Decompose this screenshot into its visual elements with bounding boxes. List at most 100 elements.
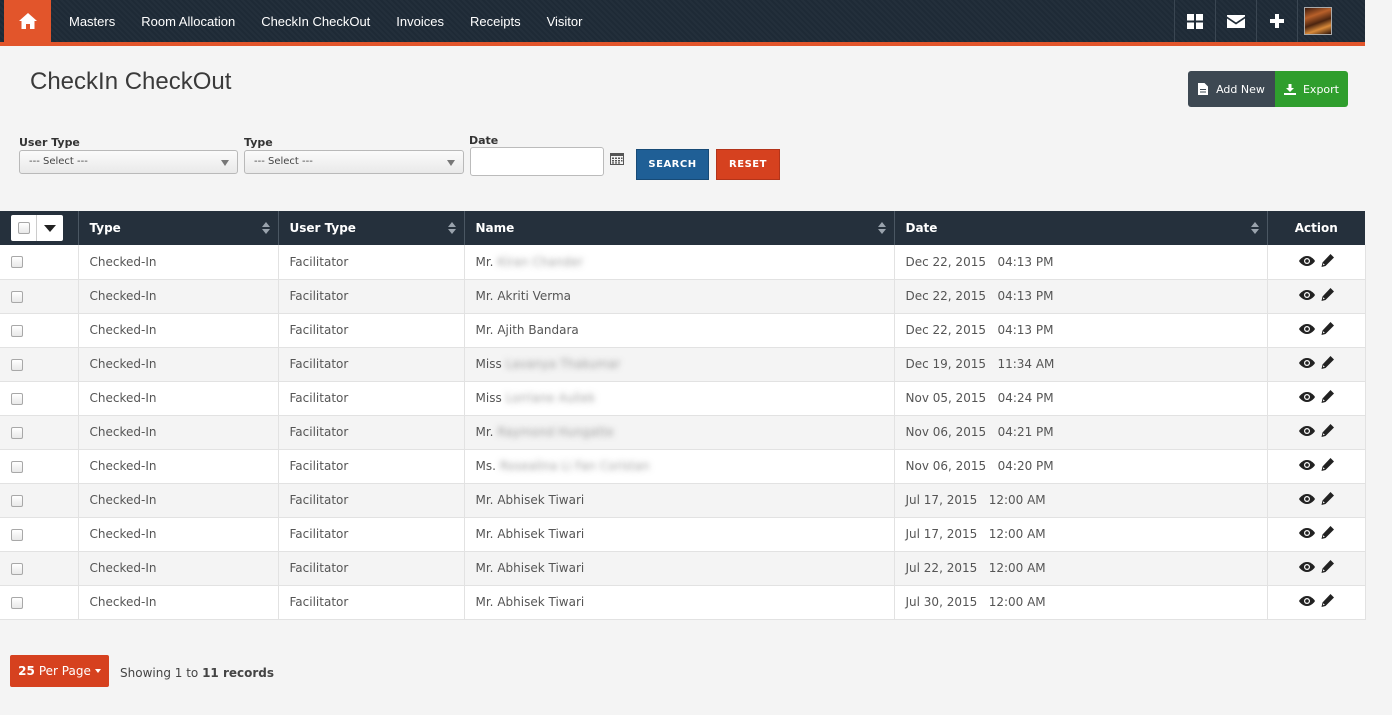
col-user-type[interactable]: User Type [278,211,465,245]
user-type-label: User Type [19,136,80,149]
nav-masters[interactable]: Masters [56,14,128,29]
person-name: Raymond Hungatte [497,425,614,439]
table-row[interactable]: Checked-In Facilitator Ms. Rosealina Li Fa… [0,449,1366,484]
sort-icon [447,222,456,234]
date-input[interactable] [470,147,604,176]
row-checkbox[interactable] [11,460,23,473]
row-checkbox[interactable] [11,392,23,405]
cell-date: Jul 22, 2015 12:00 AM [894,551,1268,586]
row-checkbox[interactable] [11,528,23,541]
calendar-icon[interactable] [610,152,624,165]
nav-checkin-checkout[interactable]: CheckIn CheckOut [248,14,383,29]
cell-name: Ms. Rosealina Li Fan Coristan [464,449,895,484]
select-all-checkbox[interactable] [17,222,30,234]
pencil-icon[interactable] [1321,322,1334,338]
row-checkbox[interactable] [11,494,23,507]
table-row[interactable]: Checked-In Facilitator Mr. Kiran Chander De… [0,245,1366,280]
navbar-accent-bar [0,42,1365,46]
pencil-icon[interactable] [1321,424,1334,440]
caret-down-icon [44,224,56,232]
table-row[interactable]: Checked-In Facilitator Miss Lavanya Thakum… [0,347,1366,382]
pencil-icon[interactable] [1321,526,1334,542]
bulk-actions-dropdown[interactable] [37,215,63,241]
table-row[interactable]: Checked-In Facilitator Mr. Abhisek Tiwari J… [0,483,1366,518]
col-date[interactable]: Date [894,211,1268,245]
pencil-icon[interactable] [1321,253,1334,270]
cell-actions [1267,585,1366,620]
search-button[interactable]: SEARCH [636,149,709,180]
person-name: Abhisek Tiwari [497,527,585,541]
table-row[interactable]: Checked-In Facilitator Mr. Abhisek Tiwari J… [0,551,1366,586]
row-checkbox[interactable] [11,358,23,371]
type-select[interactable]: --- Select --- [244,150,464,174]
home-button[interactable] [4,0,51,42]
name-prefix: Mr. [475,595,494,609]
type-label: Type [244,136,273,149]
col-name[interactable]: Name [464,211,895,245]
pencil-icon[interactable] [1321,594,1334,610]
name-prefix: Mr. [475,425,494,439]
eye-icon[interactable] [1298,493,1315,507]
name-prefix: Mr. [475,493,494,507]
table-row[interactable]: Checked-In Facilitator Mr. Raymond Hungatt… [0,415,1366,450]
nav-invoices[interactable]: Invoices [383,14,457,29]
cell-user-type: Facilitator [278,245,465,280]
pencil-icon[interactable] [1321,390,1334,406]
user-type-select[interactable]: --- Select --- [19,150,238,174]
eye-icon[interactable] [1298,391,1315,405]
per-page-dropdown[interactable]: 25 Per Page [10,655,109,687]
cell-type: Checked-In [78,347,279,382]
name-prefix: Ms. [475,459,496,473]
dashboard-button[interactable] [1174,0,1215,42]
row-checkbox[interactable] [11,426,23,439]
cell-type: Checked-In [78,517,279,552]
pencil-icon[interactable] [1321,492,1334,508]
col-date-label: Date [905,221,938,235]
eye-icon[interactable] [1298,357,1315,371]
eye-icon[interactable] [1298,323,1315,337]
row-select-cell [0,245,79,280]
person-name: Akriti Verma [497,289,572,303]
row-checkbox[interactable] [11,596,23,609]
table-row[interactable]: Checked-In Facilitator Mr. Ajith Bandara De… [0,313,1366,348]
add-button[interactable] [1256,0,1297,42]
pencil-icon[interactable] [1321,288,1334,304]
table-row[interactable]: Checked-In Facilitator Mr. Abhisek Tiwari J… [0,517,1366,552]
nav-receipts[interactable]: Receipts [457,14,534,29]
eye-icon[interactable] [1298,595,1315,609]
pencil-icon[interactable] [1321,356,1334,372]
cell-name: Mr. Kiran Chander [464,245,895,280]
cell-type: Checked-In [78,415,279,450]
eye-icon[interactable] [1298,255,1315,269]
pencil-icon[interactable] [1321,458,1334,474]
row-select-cell [0,415,79,450]
date-value: Jul 22, 2015 [905,561,978,575]
table-row[interactable]: Checked-In Facilitator Miss Lorriane Aulie… [0,381,1366,416]
nav-room-allocation[interactable]: Room Allocation [128,14,248,29]
row-checkbox[interactable] [11,324,23,337]
cell-user-type: Facilitator [278,483,465,518]
per-page-label: Per Page [38,664,91,678]
col-type[interactable]: Type [78,211,279,245]
nav-visitor[interactable]: Visitor [534,14,596,29]
col-type-label: Type [89,221,121,235]
eye-icon[interactable] [1298,561,1315,575]
eye-icon[interactable] [1298,425,1315,439]
pencil-icon[interactable] [1321,560,1334,576]
row-checkbox[interactable] [11,290,23,303]
plus-icon [1270,14,1284,28]
eye-icon[interactable] [1298,459,1315,473]
row-checkbox[interactable] [11,256,23,269]
add-new-button[interactable]: Add New [1188,71,1275,107]
table-row[interactable]: Checked-In Facilitator Mr. Abhisek Tiwari J… [0,585,1366,620]
table-row[interactable]: Checked-In Facilitator Mr. Akriti Verma Dec… [0,279,1366,314]
name-prefix: Mr. [475,323,494,337]
reset-button[interactable]: RESET [716,149,780,180]
row-checkbox[interactable] [11,562,23,575]
eye-icon[interactable] [1298,527,1315,541]
eye-icon[interactable] [1298,289,1315,303]
cell-type: Checked-In [78,381,279,416]
user-menu[interactable] [1297,0,1338,42]
export-button[interactable]: Export [1275,71,1348,107]
messages-button[interactable] [1215,0,1256,42]
